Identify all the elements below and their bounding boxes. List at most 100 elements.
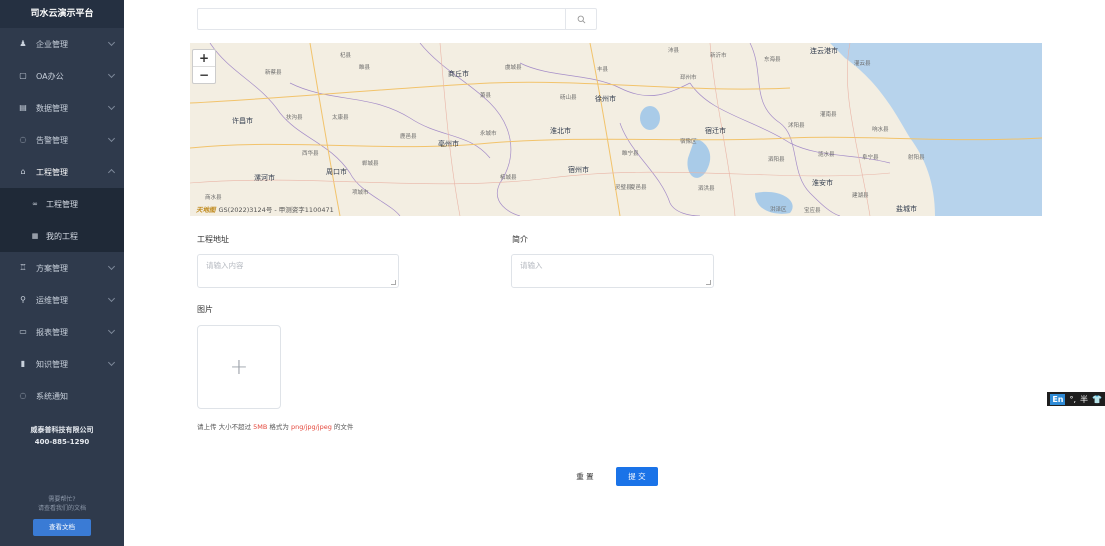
map-zoom-control: + − (192, 49, 216, 84)
chevron-down-icon (107, 70, 116, 79)
sidebar-item-data[interactable]: ▤ 数据管理 (0, 92, 124, 124)
sidebar-item-project[interactable]: ⌂ 工程管理 (0, 156, 124, 188)
sidebar-item-enterprise[interactable]: ♟ 企业管理 (0, 28, 124, 60)
map-county-label: 建湖县 (852, 193, 869, 199)
map-county-label: 睢宁县 (622, 151, 639, 157)
document-icon: ▢ (19, 71, 27, 80)
sidebar-item-label: 报表管理 (36, 327, 68, 337)
chevron-down-icon (107, 358, 116, 367)
image-upload[interactable]: + (197, 325, 281, 409)
ime-indicator[interactable]: En °, 半 👕 (1047, 392, 1105, 406)
submenu-item-project-manage[interactable]: ∞ 工程管理 (0, 188, 124, 220)
chevron-down-icon (107, 294, 116, 303)
reset-button[interactable]: 重 置 (565, 467, 605, 486)
sidebar-item-report[interactable]: ▭ 报表管理 (0, 316, 124, 348)
map-county-label: 商水县 (205, 195, 222, 201)
tip-suffix: 的文件 (331, 423, 354, 431)
sidebar-nav: ♟ 企业管理 ▢ OA办公 ▤ 数据管理 ◌ 告警管理 ⌂ 工程管理 (0, 28, 124, 188)
map-city-label: 周口市 (326, 168, 347, 176)
address-input[interactable]: 请输入内容 (197, 254, 399, 288)
map-county-label: 泗洪县 (698, 186, 715, 192)
map-county-label: 项城市 (352, 190, 369, 196)
company-info: 威泰普科技有限公司 400-885-1290 (0, 424, 124, 448)
link-icon: ∞ (32, 200, 38, 208)
address-placeholder: 请输入内容 (206, 261, 244, 270)
map-county-label: 砀山县 (560, 95, 577, 101)
sidebar-item-label: 工程管理 (36, 167, 68, 177)
map-city-label: 淮安市 (812, 179, 833, 187)
chevron-up-icon (107, 168, 116, 177)
submenu-item-label: 工程管理 (46, 199, 78, 209)
map-county-label: 西华县 (302, 151, 319, 157)
plus-icon: + (229, 354, 249, 380)
sidebar-item-ops[interactable]: ⚲ 运维管理 (0, 284, 124, 316)
plan-icon: ♖ (19, 263, 27, 272)
zoom-out-button[interactable]: − (193, 66, 215, 83)
intro-label: 简介 (512, 235, 528, 244)
help-line-1: 需要帮忙? (48, 496, 76, 503)
map-copyright-text: GS(2022)3124号 - 甲测资字1100471 (218, 206, 334, 214)
sidebar-item-label: 企业管理 (36, 39, 68, 49)
resize-handle-icon[interactable] (706, 280, 711, 285)
map-view[interactable]: + − 商丘市 徐州市 连云港市 许昌市 淮北市 宿迁市 亳州市 周口市 漯河市… (190, 43, 1042, 216)
chevron-down-icon (107, 102, 116, 111)
map-county-label: 新沂市 (710, 53, 727, 59)
sidebar-nav-lower: ♖ 方案管理 ⚲ 运维管理 ▭ 报表管理 ▮ 知识管理 ◌ 系统通知 (0, 252, 124, 412)
map-county-label: 太康县 (332, 115, 349, 121)
tip-size: 5MB (253, 423, 268, 431)
map-county-label: 宝应县 (804, 208, 821, 214)
map-county-label: 射阳县 (908, 155, 925, 161)
ime-skin-icon: 👕 (1092, 394, 1102, 404)
map-county-label: 邳州市 (680, 75, 697, 81)
search-button[interactable] (565, 9, 596, 29)
project-submenu: ∞ 工程管理 ▦ 我的工程 (0, 188, 124, 252)
upload-tip: 请上传 大小不超过 5MB 格式为 png/jpg/jpeg 的文件 (197, 421, 353, 431)
sidebar-item-label: 运维管理 (36, 295, 68, 305)
intro-input[interactable]: 请输入 (511, 254, 714, 288)
map-provider-logo: 天地图 (196, 206, 216, 214)
company-name: 威泰普科技有限公司 (30, 426, 94, 434)
search-bar (197, 8, 597, 32)
tip-formats: png/jpg/jpeg (290, 423, 332, 431)
intro-placeholder: 请输入 (520, 261, 543, 270)
sidebar-item-label: 知识管理 (36, 359, 68, 369)
map-city-label: 盐城市 (896, 205, 917, 213)
user-icon: ♟ (19, 39, 27, 48)
map-city-label: 亳州市 (438, 140, 459, 148)
data-icon: ▤ (19, 103, 27, 112)
map-city-label: 宿迁市 (705, 127, 726, 135)
resize-handle-icon[interactable] (391, 280, 396, 285)
view-docs-button[interactable]: 查看文档 (33, 519, 91, 536)
map-county-label: 阜宁县 (862, 155, 879, 161)
sidebar-item-alarm[interactable]: ◌ 告警管理 (0, 124, 124, 156)
map-city-label: 宿州市 (568, 166, 589, 174)
map-county-label: 柘城县 (500, 175, 517, 181)
map-county-label: 东海县 (764, 57, 781, 63)
map-county-label: 灌南县 (820, 112, 837, 118)
sidebar-item-oa[interactable]: ▢ OA办公 (0, 60, 124, 92)
bell-icon: ◌ (19, 391, 27, 400)
map-county-label: 睢县 (359, 65, 371, 71)
sidebar-item-label: 告警管理 (36, 135, 68, 145)
sidebar: 司水云演示平台 ♟ 企业管理 ▢ OA办公 ▤ 数据管理 ◌ 告警管理 ⌂ 工程管理 ∞ 工… (0, 0, 124, 546)
map-county-label: 丰县 (597, 67, 609, 73)
submenu-item-label: 我的工程 (46, 231, 78, 241)
map-county-label: 扶沟县 (286, 115, 303, 121)
zoom-in-button[interactable]: + (193, 50, 215, 66)
search-icon (577, 15, 585, 23)
ime-half-width: 半 (1080, 394, 1089, 404)
grid-icon: ▦ (31, 232, 39, 240)
map-county-label: 洪泽区 (770, 207, 787, 213)
chevron-down-icon (107, 38, 116, 47)
sidebar-item-knowledge[interactable]: ▮ 知识管理 (0, 348, 124, 380)
submenu-item-my-project[interactable]: ▦ 我的工程 (0, 220, 124, 252)
map-county-label: 涟水县 (818, 152, 835, 158)
map-city-label: 淮北市 (550, 127, 571, 135)
search-input[interactable] (198, 11, 570, 32)
sidebar-item-label: 方案管理 (36, 263, 68, 273)
submit-button[interactable]: 提 交 (616, 467, 658, 486)
sidebar-item-plan[interactable]: ♖ 方案管理 (0, 252, 124, 284)
image-label: 图片 (197, 305, 213, 314)
sidebar-item-notice[interactable]: ◌ 系统通知 (0, 380, 124, 412)
chevron-down-icon (107, 326, 116, 335)
